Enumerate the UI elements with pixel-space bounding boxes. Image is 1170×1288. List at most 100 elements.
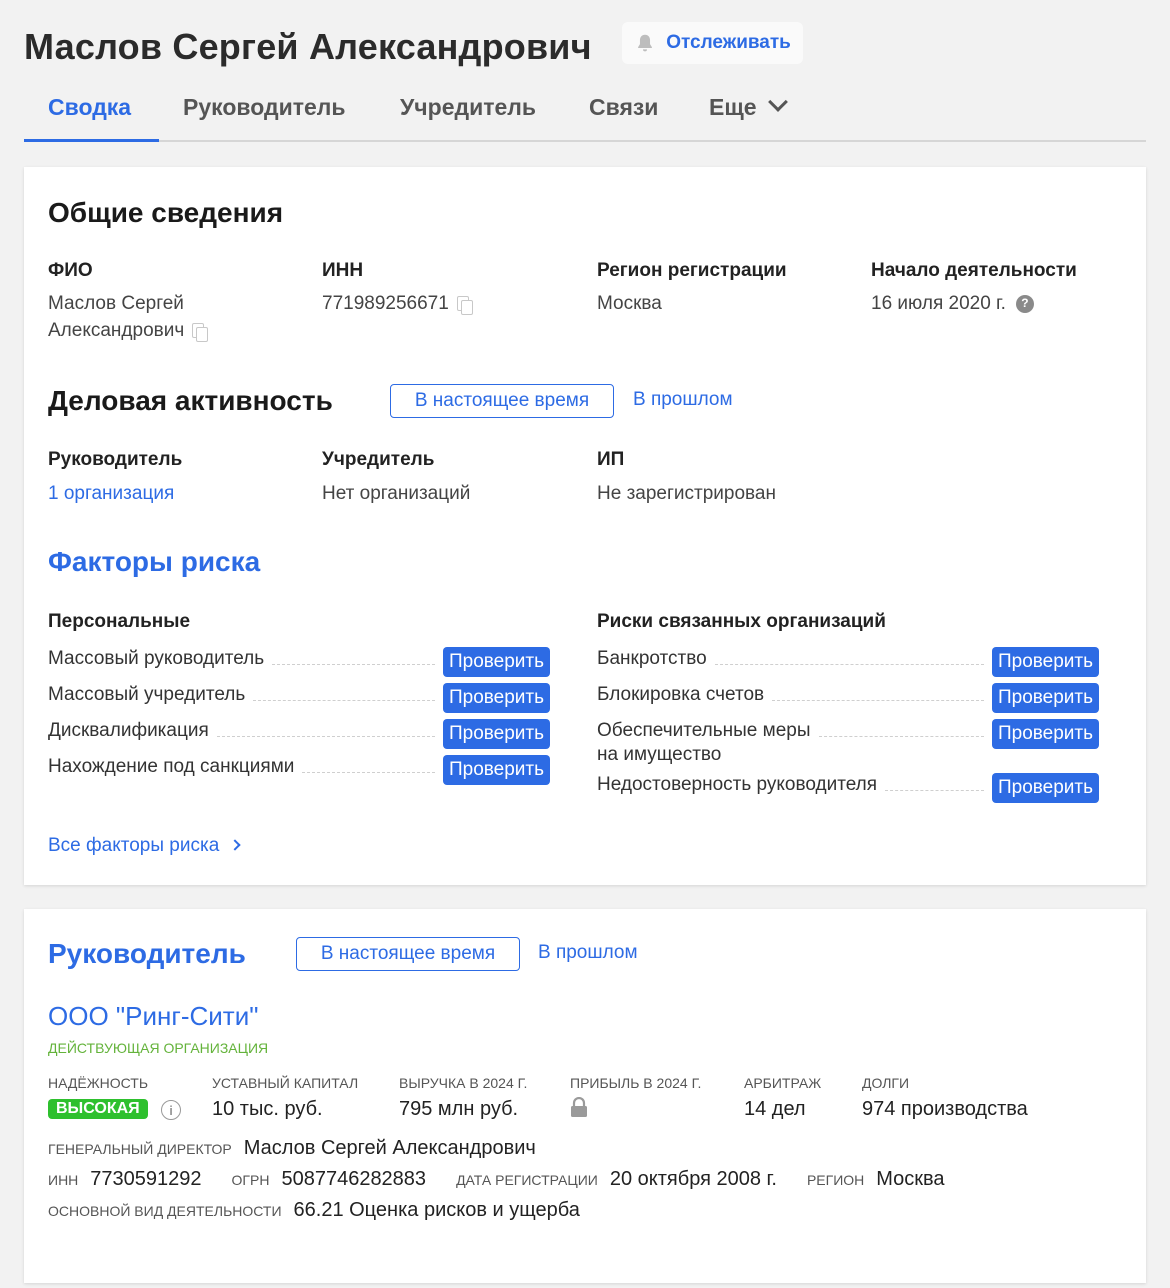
copy-icon[interactable] xyxy=(456,296,473,315)
reliability-badge: ВЫСОКАЯ xyxy=(48,1099,148,1119)
activity-toggle-now[interactable]: В настоящее время xyxy=(390,384,614,418)
regdate-label: Дата регистрации xyxy=(456,1172,598,1188)
main-activity-value: 66.21 Оценка рисков и ущерба xyxy=(293,1199,580,1221)
check-button[interactable]: Проверить xyxy=(991,773,1099,803)
tab-director[interactable]: Руководитель xyxy=(183,94,346,121)
risk-name: Массовый учредитель xyxy=(48,684,246,705)
all-risks-link[interactable]: Все факторы риска xyxy=(48,835,241,857)
dotted-leader xyxy=(772,683,984,701)
debts-value: 974 производства xyxy=(862,1098,1028,1120)
dotted-leader xyxy=(302,755,435,773)
details-row: ИНН 7730591292 ОГРН 5087746282883 Дата р… xyxy=(48,1168,975,1191)
org-name-link[interactable]: ООО "Ринг-Сити" xyxy=(48,1001,258,1032)
director-card: Руководитель В настоящее время В прошлом… xyxy=(24,909,1146,1283)
inn-label: ИНН xyxy=(322,260,364,281)
dotted-leader xyxy=(885,773,984,791)
org-region-label: Регион xyxy=(806,1172,865,1188)
fio-line-2: Александрович xyxy=(48,320,185,341)
dotted-leader xyxy=(714,647,984,665)
chevron-right-icon xyxy=(229,839,241,851)
check-button[interactable]: Проверить xyxy=(991,683,1099,713)
start-date: 16 июля 2020 г. xyxy=(871,293,1006,314)
org-status: Действующая организация xyxy=(48,1040,269,1056)
risk-name: Недостоверность руководителя xyxy=(597,774,878,795)
org-inn-label: ИНН xyxy=(48,1172,79,1188)
activity-founder-value: Нет организаций xyxy=(322,483,471,504)
page-title: Маслов Сергей Александрович xyxy=(24,26,592,67)
check-button[interactable]: Проверить xyxy=(991,719,1099,749)
risk-name: Массовый руководитель xyxy=(48,648,265,669)
main-activity-label: Основной вид деятельности xyxy=(48,1203,282,1219)
track-button[interactable]: Отслеживать xyxy=(622,22,803,64)
region-label: Регион регистрации xyxy=(597,260,787,281)
copy-icon[interactable] xyxy=(192,323,209,342)
check-button[interactable]: Проверить xyxy=(442,719,550,749)
start-value: 16 июля 2020 г.? xyxy=(871,290,1034,317)
arbitration-value: 14 дел xyxy=(744,1098,806,1120)
risk-name: Блокировка счетов xyxy=(597,684,765,705)
bell-icon xyxy=(638,34,653,52)
all-risks-label: Все факторы риска xyxy=(48,835,220,856)
director-toggle-now[interactable]: В настоящее время xyxy=(296,937,520,971)
ogrn-value: 5087746282883 xyxy=(281,1168,427,1190)
org-region-value: Москва xyxy=(876,1168,945,1190)
risk-row: Дисквалификация Проверить xyxy=(48,719,550,749)
track-button-label: Отслеживать xyxy=(666,32,791,53)
risk-row: Нахождение под санкциями Проверить xyxy=(48,755,550,785)
dotted-leader xyxy=(818,719,984,737)
related-risks-heading: Риски связанных организаций xyxy=(597,611,886,632)
tab-connections[interactable]: Связи xyxy=(589,94,658,121)
activity-founder-label: Учредитель xyxy=(322,449,435,470)
gd-row: Генеральный директор Маслов Сергей Алекс… xyxy=(48,1137,566,1160)
risk-row: Недостоверность руководителя Проверить xyxy=(597,773,1099,803)
director-heading: Руководитель xyxy=(48,938,246,969)
dotted-leader xyxy=(253,683,435,701)
gd-label: Генеральный директор xyxy=(48,1141,232,1157)
capital-label: Уставный капитал xyxy=(212,1075,359,1091)
check-button[interactable]: Проверить xyxy=(442,755,550,785)
risk-row: Массовый учредитель Проверить xyxy=(48,683,550,713)
risks-heading: Факторы риска xyxy=(48,546,261,577)
lock-icon xyxy=(571,1097,587,1117)
debts-label: Долги xyxy=(862,1075,910,1091)
check-button[interactable]: Проверить xyxy=(991,647,1099,677)
risk-name-line-2: на имущество xyxy=(597,744,722,765)
revenue-value: 795 млн руб. xyxy=(399,1098,519,1120)
inn-number: 771989256671 xyxy=(322,293,449,314)
page-header: Маслов Сергей Александрович Отслеживать xyxy=(24,22,1146,68)
org-inn-value: 7730591292 xyxy=(90,1168,202,1190)
revenue-label: Выручка в 2024 г. xyxy=(399,1075,528,1091)
activity-row: Основной вид деятельности 66.21 Оценка р… xyxy=(48,1199,610,1222)
start-label: Начало деятельности xyxy=(871,260,1077,281)
tab-summary[interactable]: Сводка xyxy=(48,94,131,121)
activity-ip-label: ИП xyxy=(597,449,625,470)
risk-name: Нахождение под санкциями xyxy=(48,756,295,777)
activity-director-label: Руководитель xyxy=(48,449,183,470)
personal-risks-heading: Персональные xyxy=(48,611,191,632)
capital-value: 10 тыс. руб. xyxy=(212,1098,323,1120)
activity-director-link[interactable]: 1 организация xyxy=(48,480,174,507)
risk-row: Обеспечительные меры на имущество Проверит… xyxy=(597,719,1099,767)
arbitration-label: Арбитраж xyxy=(744,1075,822,1091)
risk-row: Блокировка счетов Проверить xyxy=(597,683,1099,713)
risk-name: Обеспечительные меры на имущество xyxy=(597,719,811,767)
fio-value: Маслов Сергей Александрович xyxy=(48,290,209,344)
dotted-leader xyxy=(216,719,435,737)
check-button[interactable]: Проверить xyxy=(442,647,550,677)
risk-name: Банкротство xyxy=(597,648,707,669)
risk-row: Банкротство Проверить xyxy=(597,647,1099,677)
info-icon[interactable]: i xyxy=(161,1100,181,1120)
activity-ip-value: Не зарегистрирован xyxy=(597,483,776,504)
activity-toggle-past[interactable]: В прошлом xyxy=(633,389,733,411)
fio-label: ФИО xyxy=(48,260,93,281)
dotted-leader xyxy=(272,647,435,665)
risk-name: Дисквалификация xyxy=(48,720,209,741)
chevron-down-icon xyxy=(767,92,788,112)
risk-name-line-1: Обеспечительные меры xyxy=(597,720,811,741)
director-toggle-past[interactable]: В прошлом xyxy=(538,942,638,964)
tab-more-label: Еще xyxy=(709,94,757,120)
help-icon[interactable]: ? xyxy=(1015,294,1034,313)
tab-founder[interactable]: Учредитель xyxy=(400,94,536,121)
check-button[interactable]: Проверить xyxy=(442,683,550,713)
tab-more[interactable]: Еще xyxy=(709,92,788,121)
